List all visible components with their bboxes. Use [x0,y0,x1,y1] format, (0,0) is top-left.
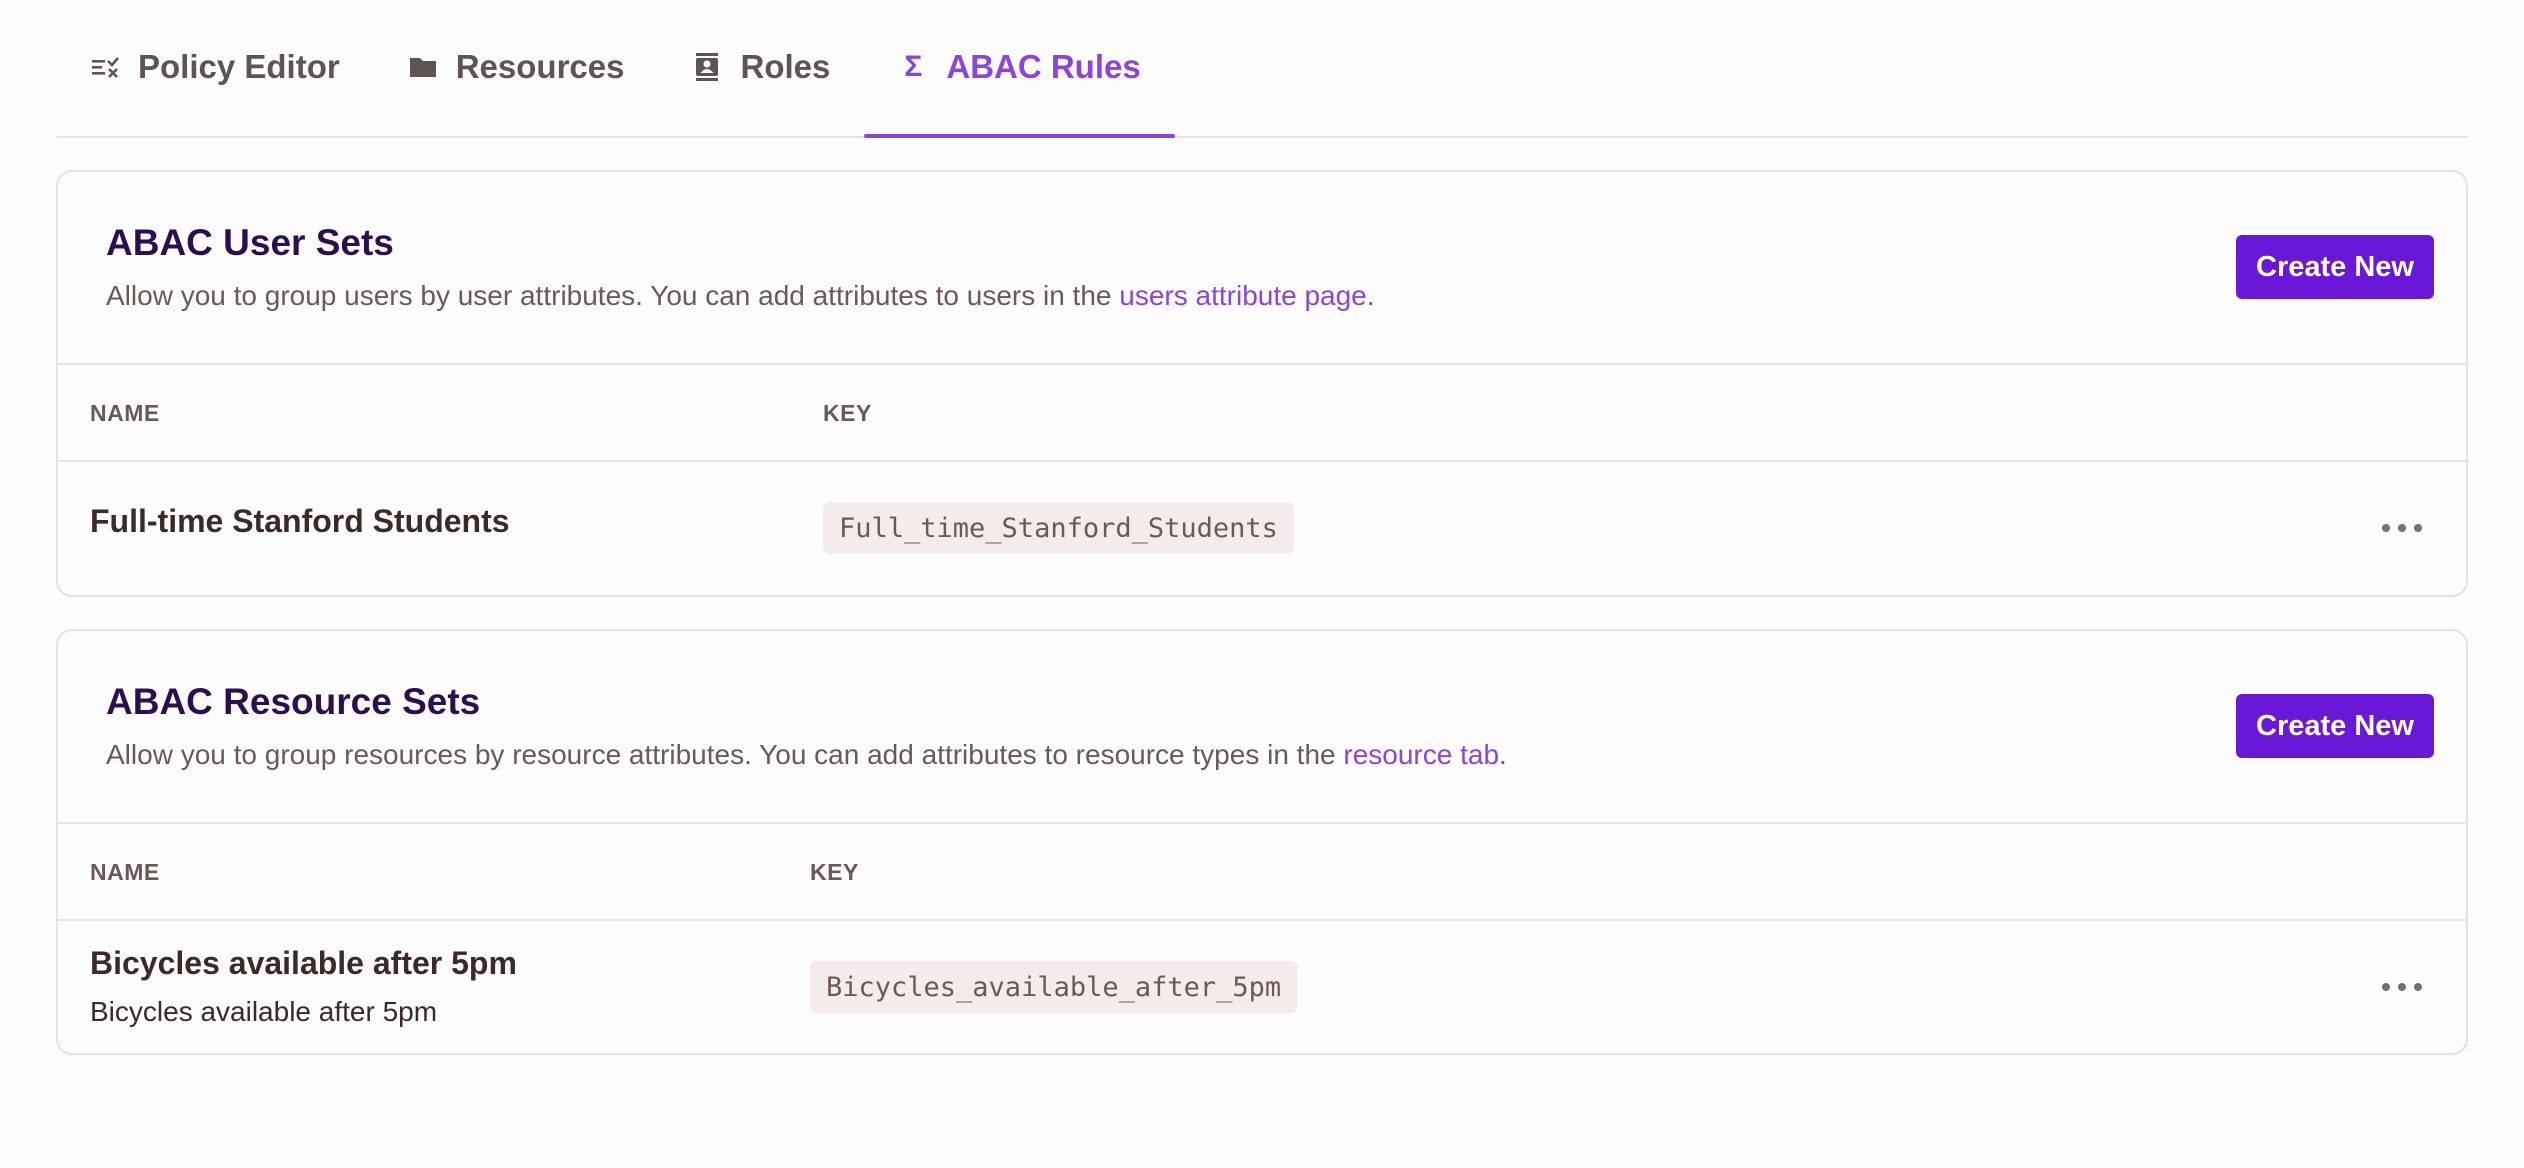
create-new-user-set-button[interactable]: Create New [2236,235,2434,299]
tab-bar: Policy Editor Resources Roles Σ ABAC Rul… [56,0,2468,138]
tab-resources[interactable]: Resources [374,0,659,136]
card-description: Allow you to group resources by resource… [106,739,1507,771]
abac-user-sets-card: ABAC User Sets Allow you to group users … [56,170,2468,597]
folder-icon [408,52,438,82]
description-suffix: . [1366,280,1375,311]
description-text: Allow you to group resources by resource… [106,739,1344,770]
description-suffix: . [1499,739,1507,770]
tab-label: Resources [455,48,625,85]
resource-tab-link[interactable]: resource tab [1343,739,1499,770]
table-header: NAME KEY [58,824,2466,921]
description-text: Allow you to group users by user attribu… [106,280,1120,311]
tab-label: Policy Editor [138,48,340,85]
column-name-header: NAME [90,400,160,426]
set-name: Full-time Stanford Students [90,503,510,539]
abac-resource-sets-card: ABAC Resource Sets Allow you to group re… [56,629,2468,1055]
set-key: Full_time_Stanford_Students [823,502,1294,554]
tab-label: ABAC Rules [946,48,1141,85]
card-title: ABAC Resource Sets [106,681,481,722]
tab-policy-editor[interactable]: Policy Editor [56,0,374,136]
contact-book-icon [692,52,722,82]
create-new-resource-set-button[interactable]: Create New [2236,694,2434,758]
card-title: ABAC User Sets [106,222,394,263]
more-options-icon[interactable] [2382,975,2422,999]
sigma-icon: Σ [904,50,923,83]
tab-label: Roles [740,48,831,85]
policy-list-icon [90,52,120,82]
card-description: Allow you to group users by user attribu… [106,280,1375,312]
column-key-header: KEY [823,400,872,426]
tab-abac-rules[interactable]: Σ ABAC Rules [864,0,1176,138]
more-options-icon[interactable] [2382,516,2422,540]
column-key-header: KEY [810,859,859,885]
table-row[interactable]: Bicycles available after 5pm Bicycles av… [58,921,2466,1052]
table-header: NAME KEY [58,365,2466,462]
table-row[interactable]: Full-time Stanford Students Full_time_St… [58,462,2466,593]
set-description: Bicycles available after 5pm [90,996,438,1027]
tab-roles[interactable]: Roles [658,0,864,136]
column-name-header: NAME [90,859,160,885]
users-attribute-page-link[interactable]: users attribute page [1119,280,1367,311]
set-key: Bicycles_available_after_5pm [810,961,1298,1013]
card-header: ABAC User Sets Allow you to group users … [58,172,2466,365]
set-name: Bicycles available after 5pm [90,945,517,981]
card-header: ABAC Resource Sets Allow you to group re… [58,631,2466,824]
page: Policy Editor Resources Roles Σ ABAC Rul… [56,0,2468,1055]
